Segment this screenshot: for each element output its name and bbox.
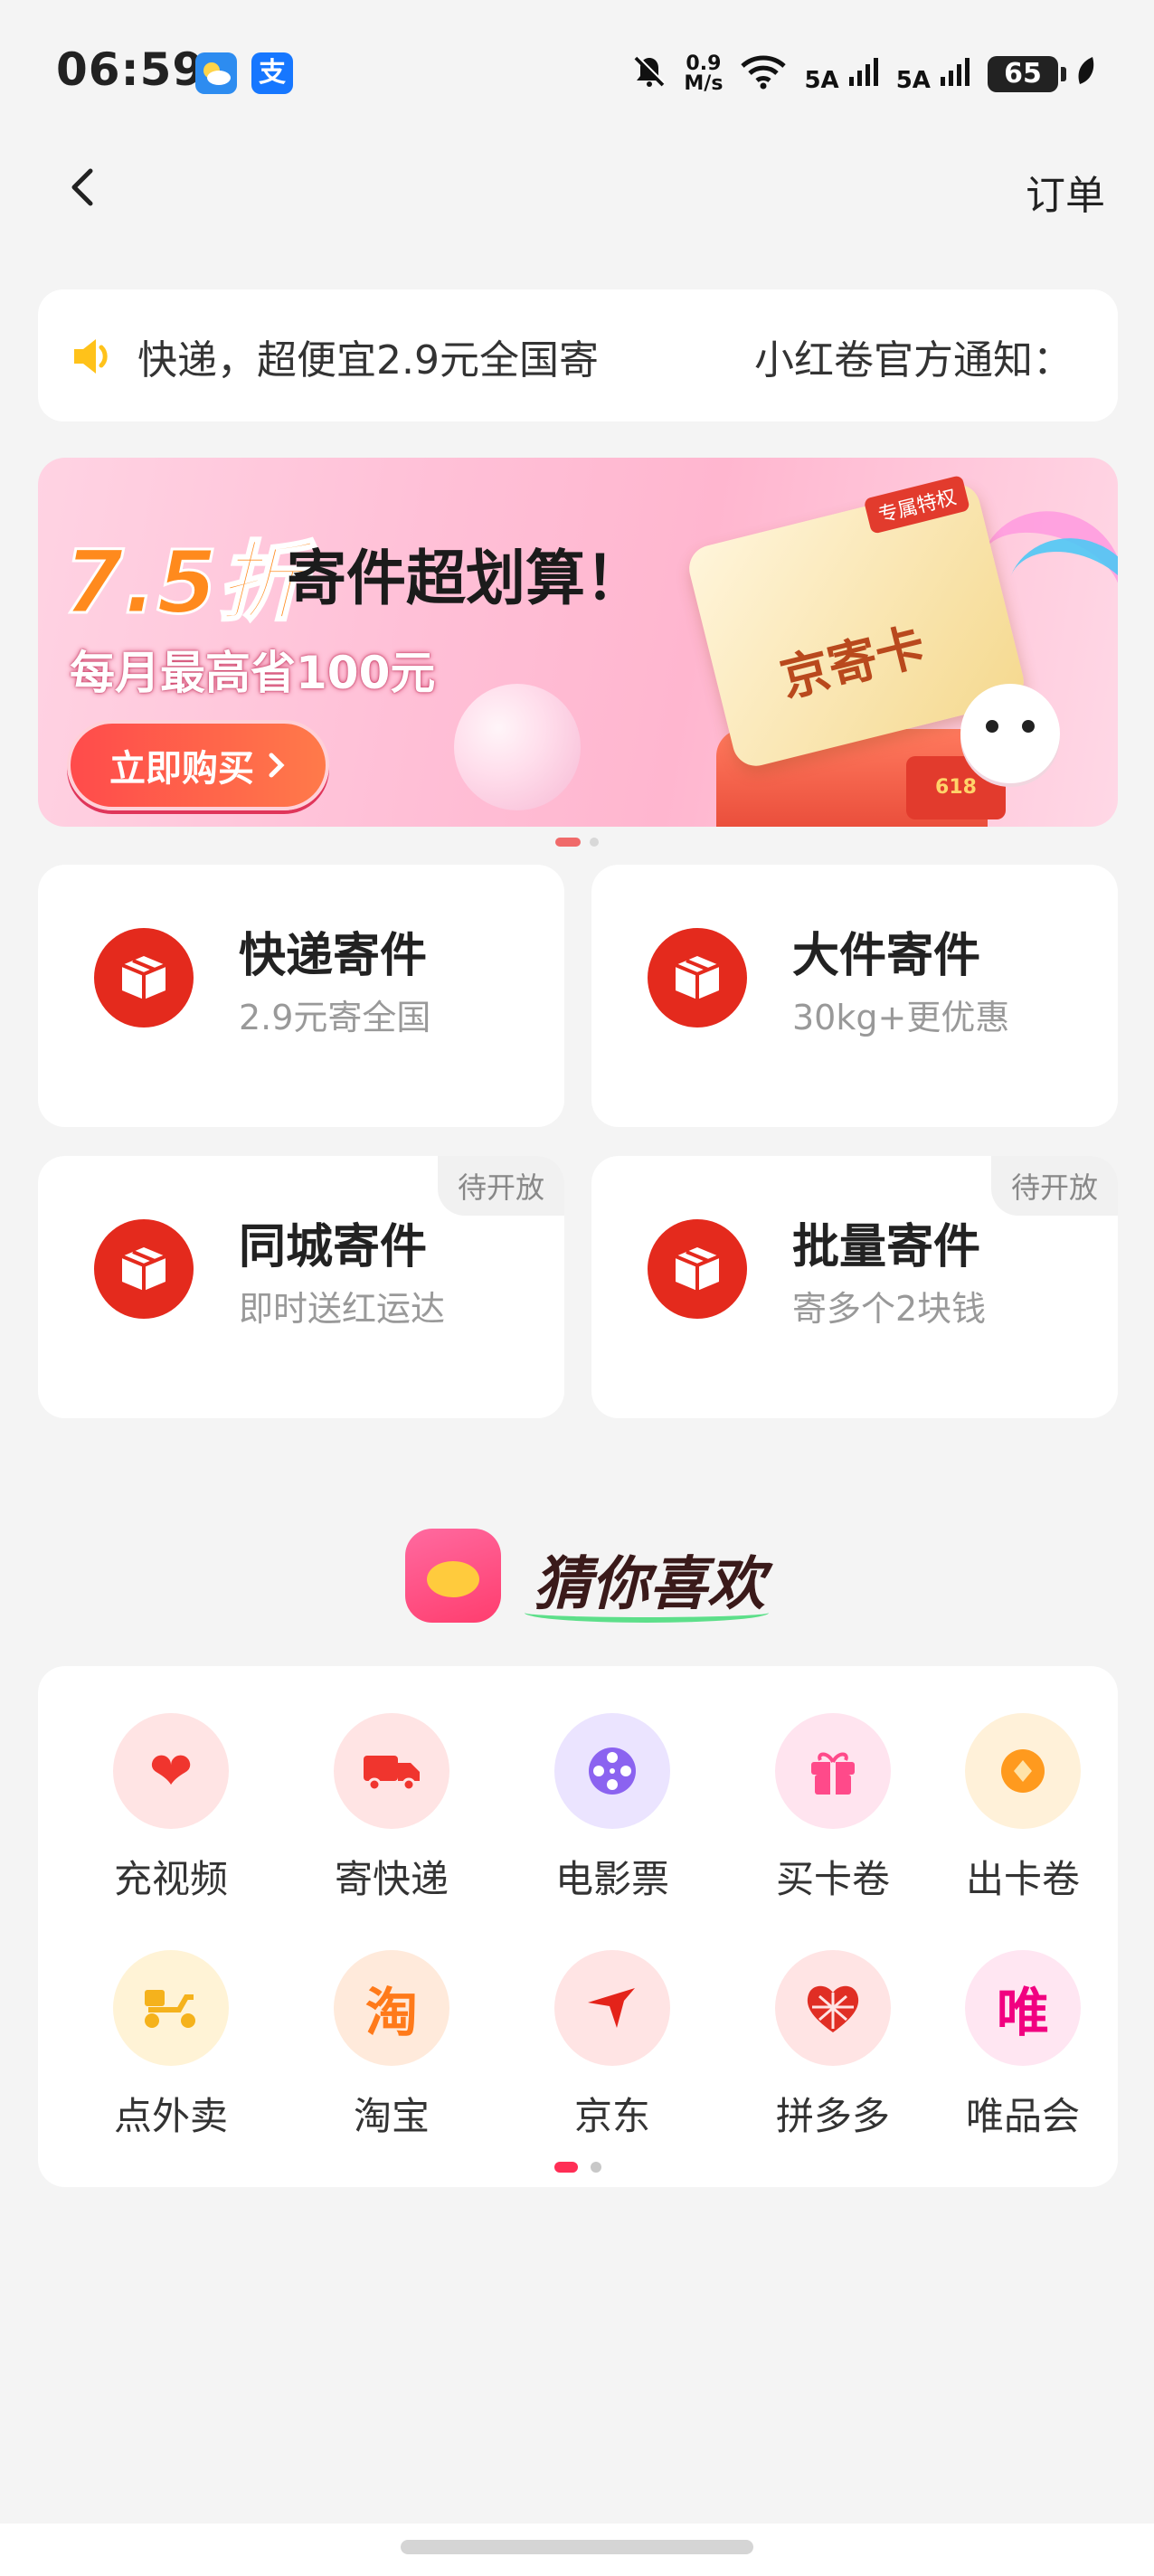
banner-headline: 寄件超划算！: [287, 544, 645, 613]
grid-label: 寄快递: [334, 1857, 449, 1901]
pagination-dot: [590, 838, 599, 847]
grid-item-food-delivery[interactable]: 点外卖: [63, 1950, 279, 2167]
pinduoduo-icon: [775, 1950, 891, 2066]
bubble-decoration: [454, 684, 581, 810]
alipay-icon: 支: [251, 52, 293, 94]
truck-icon: [334, 1713, 449, 1829]
coming-soon-badge: 待开放: [437, 1156, 564, 1216]
gift-icon: [775, 1713, 891, 1829]
battery-indicator: 65: [988, 56, 1066, 92]
promo-banner[interactable]: 7.5折 寄件超划算！ 每月最高省100元 立即购买 专属特权 京寄卡 618: [38, 458, 1118, 827]
pagination-dot-active: [555, 838, 581, 847]
package-icon: [94, 928, 194, 1028]
coin-icon: [965, 1713, 1081, 1829]
shortcut-grid: ❤ 充视频 寄快递 电影票 买卡卷 出卡卷 点外卖 淘 淘宝 京东 拼多多 唯 …: [38, 1666, 1118, 2187]
notice-text-next: 小红卷官方通知：: [754, 337, 1073, 384]
banner-discount: 7.5折: [61, 531, 305, 635]
chevron-right-icon: [269, 753, 285, 778]
banner-pagination: [0, 838, 1154, 848]
grid-item-vipshop[interactable]: 唯 唯品会: [946, 1950, 1100, 2167]
grid-item-movie-tickets[interactable]: 电影票: [505, 1713, 720, 1930]
taobao-icon: 淘: [334, 1950, 449, 2066]
signal-2: 5A: [896, 55, 971, 94]
grid-label: 京东: [573, 2094, 650, 2138]
service-title: 大件寄件: [792, 929, 981, 983]
chevron-left-icon: [71, 168, 93, 206]
buy-now-button[interactable]: 立即购买: [67, 720, 329, 810]
grid-item-sell-cards[interactable]: 出卡卷: [946, 1713, 1100, 1930]
mascot-dog: [960, 684, 1060, 783]
service-subtitle: 30kg+更优惠: [792, 998, 1010, 1037]
mascot-icon: [405, 1529, 501, 1623]
grid-label: 电影票: [554, 1857, 669, 1901]
pagination-dot: [591, 2162, 601, 2173]
grid-label: 出卡卷: [965, 1857, 1080, 1901]
weather-icon: [195, 52, 237, 94]
net-speed: 0.9 M/s: [684, 52, 724, 95]
service-subtitle: 即时送红运达: [239, 1289, 446, 1329]
grid-label: 点外卖: [113, 2094, 228, 2138]
coming-soon-badge: 待开放: [990, 1156, 1118, 1216]
grid-item-video-recharge[interactable]: ❤ 充视频: [63, 1713, 279, 1930]
underline-decoration: [525, 1603, 769, 1623]
grid-item-pinduoduo[interactable]: 拼多多: [725, 1950, 941, 2167]
wifi-icon: [739, 53, 788, 96]
banner-subline: 每月最高省100元: [70, 647, 436, 699]
package-icon: [648, 928, 747, 1028]
grid-item-taobao[interactable]: 淘 淘宝: [284, 1950, 499, 2167]
grid-item-buy-cards[interactable]: 买卡卷: [725, 1713, 941, 1930]
grid-pagination: [38, 2162, 1118, 2173]
service-card-express[interactable]: 快递寄件 2.9元寄全国: [38, 865, 564, 1127]
service-subtitle: 2.9元寄全国: [239, 998, 431, 1037]
speaker-icon: [71, 336, 118, 376]
notice-text: 快递，超便宜2.9元全国寄: [137, 337, 599, 384]
pagination-dot-active: [554, 2162, 578, 2173]
service-title: 快递寄件: [239, 929, 428, 983]
home-indicator[interactable]: [401, 2540, 753, 2554]
card-tag: 专属特权: [863, 474, 970, 535]
package-icon: [648, 1219, 747, 1319]
guess-you-like-heading: 猜你喜欢: [0, 1525, 1154, 1624]
signal-1: 5A: [804, 55, 879, 94]
grid-item-send-express[interactable]: 寄快递: [284, 1713, 499, 1930]
orders-link[interactable]: 订单: [1026, 163, 1105, 221]
package-icon: [94, 1219, 194, 1319]
card-label: 京寄卡: [774, 617, 932, 708]
signal-bars-icon: [848, 57, 878, 86]
service-subtitle: 寄多个2块钱: [792, 1289, 987, 1329]
signal-bars-icon: [941, 57, 970, 86]
grid-item-jd[interactable]: 京东: [505, 1950, 720, 2167]
service-card-same-city[interactable]: 待开放 同城寄件 即时送红运达: [38, 1156, 564, 1418]
service-title: 批量寄件: [792, 1220, 981, 1274]
service-card-large[interactable]: 大件寄件 30kg+更优惠: [591, 865, 1118, 1127]
back-button[interactable]: [63, 167, 103, 207]
grid-label: 唯品会: [965, 2094, 1080, 2138]
jd-icon: [554, 1950, 670, 2066]
grid-label: 拼多多: [775, 2094, 890, 2138]
film-reel-icon: [554, 1713, 670, 1829]
service-card-batch[interactable]: 待开放 批量寄件 寄多个2块钱: [591, 1156, 1118, 1418]
grid-label: 淘宝: [353, 2094, 430, 2138]
status-time: 06:59: [56, 43, 205, 96]
scooter-icon: [113, 1950, 229, 2066]
grid-label: 充视频: [113, 1857, 228, 1901]
notice-bar[interactable]: 快递，超便宜2.9元全国寄 小红卷官方通知：: [38, 289, 1118, 421]
service-title: 同城寄件: [239, 1220, 428, 1274]
vipshop-icon: 唯: [965, 1950, 1081, 2066]
status-bar: 06:59 支 0.9 M/s 5A 5A 65: [0, 0, 1154, 136]
grid-label: 买卡卷: [775, 1857, 890, 1901]
leaf-icon: [1074, 55, 1098, 94]
mute-bell-icon: [631, 53, 667, 96]
video-heart-icon: ❤: [113, 1713, 229, 1829]
